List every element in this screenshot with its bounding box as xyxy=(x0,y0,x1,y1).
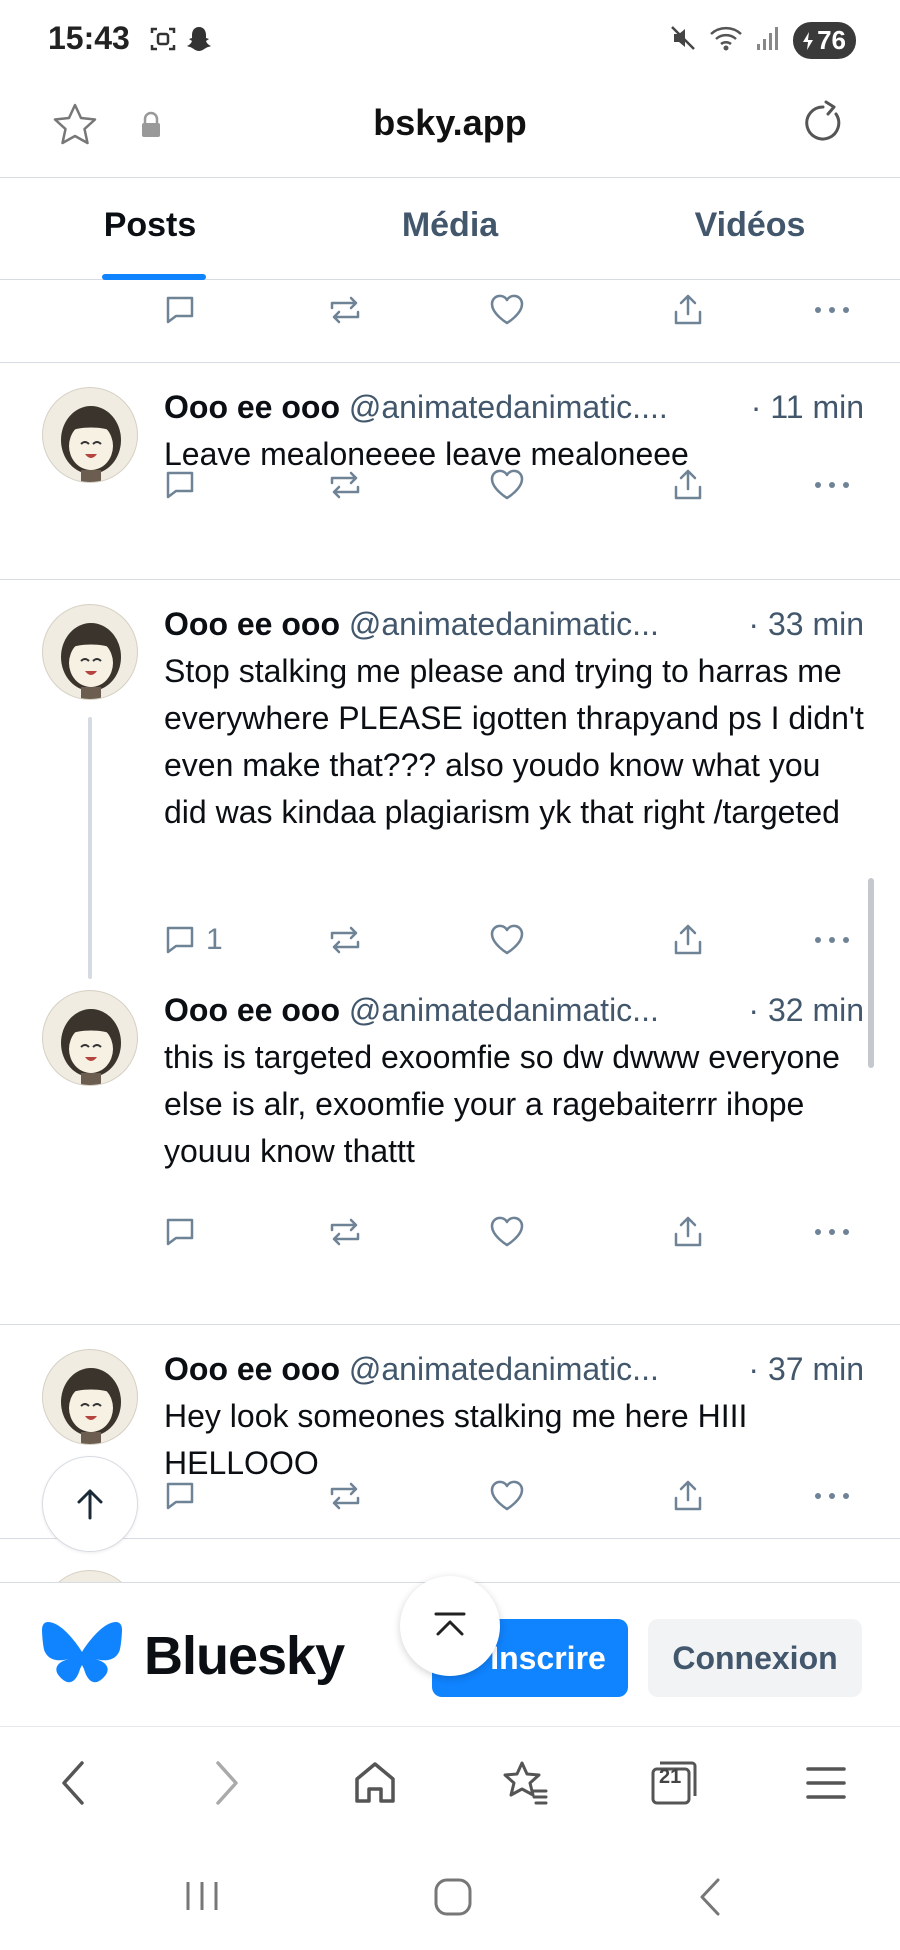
share-icon[interactable] xyxy=(670,280,706,340)
browser-toolbar: 21 xyxy=(0,1726,900,1838)
reload-icon[interactable] xyxy=(798,98,848,153)
author-name[interactable]: Ooo ee ooo xyxy=(164,1351,340,1387)
author-name[interactable]: Ooo ee ooo xyxy=(164,606,340,642)
author-name[interactable]: Ooo ee ooo xyxy=(164,389,340,425)
share-icon[interactable] xyxy=(670,910,706,970)
more-icon[interactable] xyxy=(812,1466,852,1526)
home-nav-icon[interactable] xyxy=(432,1876,474,1923)
repost-icon[interactable] xyxy=(326,280,364,340)
author-handle[interactable]: @animatedanimatic... xyxy=(349,1351,659,1387)
like-icon[interactable] xyxy=(488,280,526,340)
screenshot-icon xyxy=(148,24,178,59)
post[interactable]: Ooo ee ooo @animatedanimatic... · 37 min… xyxy=(0,1325,900,1481)
share-icon[interactable] xyxy=(670,1466,706,1526)
feed: Ooo ee ooo @animatedanimatic.... · 11 mi… xyxy=(0,280,900,1582)
post-actions xyxy=(0,455,900,515)
status-bar: 15:43 76 xyxy=(0,0,900,80)
repost-icon[interactable] xyxy=(326,455,364,515)
avatar[interactable] xyxy=(42,604,138,700)
post-actions xyxy=(0,280,900,340)
wifi-icon xyxy=(709,24,743,57)
more-icon[interactable] xyxy=(812,1202,852,1262)
tab-posts[interactable]: Posts xyxy=(0,178,300,279)
post-divider xyxy=(0,1538,900,1539)
avatar[interactable] xyxy=(42,1570,138,1582)
snapchat-icon xyxy=(184,24,214,59)
reply-count: 1 xyxy=(206,923,223,956)
tab-media[interactable]: Média xyxy=(300,178,600,279)
login-button[interactable]: Connexion xyxy=(648,1619,862,1697)
post-actions: 1 xyxy=(0,910,900,970)
repost-icon[interactable] xyxy=(326,1202,364,1262)
status-time: 15:43 xyxy=(48,20,130,56)
mute-icon xyxy=(669,24,697,57)
battery-icon: 76 xyxy=(793,22,856,59)
more-icon[interactable] xyxy=(812,280,852,340)
profile-tabs: Posts Média Vidéos xyxy=(0,178,900,280)
post-time[interactable]: · 11 min xyxy=(742,389,864,426)
back-icon[interactable] xyxy=(54,1755,94,1816)
url-text[interactable]: bsky.app xyxy=(0,102,900,144)
avatar[interactable] xyxy=(42,990,138,1086)
more-icon[interactable] xyxy=(812,455,852,515)
post-time[interactable]: · 33 min xyxy=(740,606,864,643)
post-text: Stop stalking me please and trying to ha… xyxy=(164,653,864,830)
post-actions xyxy=(0,1202,900,1262)
avatar[interactable] xyxy=(42,1349,138,1445)
post-time[interactable]: · 32 min xyxy=(740,992,864,1029)
browser-url-bar: bsky.app xyxy=(0,80,900,178)
chevron-up-bar-icon xyxy=(434,1612,466,1636)
android-nav-bar xyxy=(0,1838,900,1950)
author-handle[interactable]: @animatedanimatic... xyxy=(349,606,659,642)
repost-icon[interactable] xyxy=(326,1466,364,1526)
post-text: this is targeted exoomfie so dw dwww eve… xyxy=(164,1039,840,1169)
forward-icon[interactable] xyxy=(206,1755,246,1816)
back-nav-icon[interactable] xyxy=(690,1876,730,1923)
repost-icon[interactable] xyxy=(326,910,364,970)
tab-videos[interactable]: Vidéos xyxy=(600,178,900,279)
scroll-top-floating-button[interactable] xyxy=(400,1576,500,1676)
tab-count: 21 xyxy=(659,1766,682,1788)
scroll-to-top-button[interactable] xyxy=(42,1456,138,1552)
like-icon[interactable] xyxy=(488,910,526,970)
author-handle[interactable]: @animatedanimatic... xyxy=(349,992,659,1028)
reply-icon[interactable] xyxy=(162,1202,198,1262)
bluesky-butterfly-icon xyxy=(42,1621,122,1696)
signal-icon xyxy=(755,24,781,57)
post[interactable]: Ooo ee ooo @animatedanimatic... · 33 min… xyxy=(0,580,900,910)
reply-icon[interactable] xyxy=(162,1466,198,1526)
home-icon[interactable] xyxy=(350,1755,400,1816)
bluesky-wordmark: Bluesky xyxy=(144,1626,345,1686)
reply-icon[interactable]: 1 xyxy=(162,910,223,970)
share-icon[interactable] xyxy=(670,455,706,515)
battery-level: 76 xyxy=(817,25,846,55)
like-icon[interactable] xyxy=(488,455,526,515)
author-handle[interactable]: @animatedanimatic.... xyxy=(349,389,668,425)
bookmarks-icon[interactable] xyxy=(498,1755,552,1816)
arrow-up-icon xyxy=(77,1489,103,1520)
tabs-icon[interactable]: 21 xyxy=(648,1755,700,1816)
post[interactable]: Ooo ee ooo @animatedanimatic... · 32 min… xyxy=(0,966,900,1206)
reply-icon[interactable] xyxy=(162,455,198,515)
reply-icon[interactable] xyxy=(162,280,198,340)
more-icon[interactable] xyxy=(812,910,852,970)
post-time[interactable]: · 37 min xyxy=(740,1351,864,1388)
menu-icon[interactable] xyxy=(804,1755,848,1816)
author-name[interactable]: Ooo ee ooo xyxy=(164,992,340,1028)
scrollbar[interactable] xyxy=(868,878,874,1068)
like-icon[interactable] xyxy=(488,1466,526,1526)
share-icon[interactable] xyxy=(670,1202,706,1262)
like-icon[interactable] xyxy=(488,1202,526,1262)
recent-apps-icon[interactable] xyxy=(182,1876,222,1921)
